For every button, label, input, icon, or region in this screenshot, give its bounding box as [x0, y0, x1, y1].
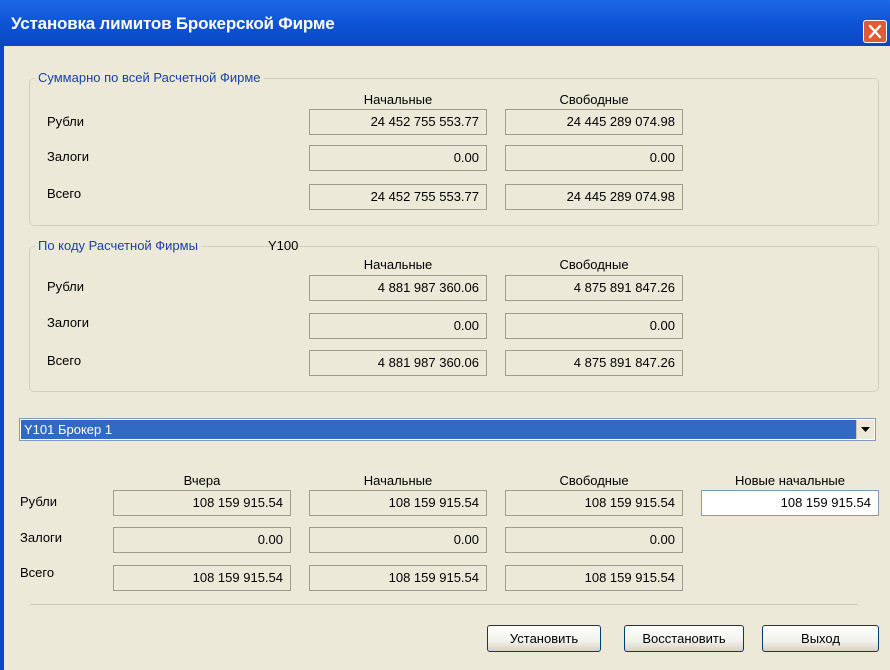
title-bar: Установка лимитов Брокерской Фирме [0, 0, 890, 46]
broker-row-label: Всего [20, 565, 55, 580]
window-border [0, 46, 4, 670]
broker-row-label: Рубли [20, 494, 58, 509]
broker-header-new-initial: Новые начальные [735, 473, 845, 488]
code-rub-initial-field: 4 881 987 360.06 [309, 275, 487, 301]
code-collateral-free-field: 0.00 [505, 313, 683, 339]
code-rub-free-field: 4 875 891 847.26 [505, 275, 683, 301]
broker-rub-initial-field: 108 159 915.54 [309, 490, 487, 516]
code-header-free: Свободные [559, 257, 629, 272]
code-group-legend: По коду Расчетной Фирмы [35, 238, 201, 253]
set-button[interactable]: Установить [487, 625, 601, 652]
broker-total-free-field: 108 159 915.54 [505, 565, 683, 591]
code-collateral-initial-field: 0.00 [309, 313, 487, 339]
summary-header-free: Свободные [559, 92, 629, 107]
broker-collateral-yesterday-field: 0.00 [113, 527, 291, 553]
broker-rub-free-field: 108 159 915.54 [505, 490, 683, 516]
broker-select-dropdown-button[interactable] [856, 420, 874, 439]
close-icon [868, 24, 882, 39]
summary-rub-free-field: 24 445 289 074.98 [505, 109, 683, 135]
summary-collateral-initial-field: 0.00 [309, 145, 487, 171]
broker-select[interactable]: Y101 Брокер 1 [19, 418, 876, 441]
exit-button[interactable]: Выход [762, 625, 879, 652]
summary-row-label: Рубли [47, 114, 85, 129]
summary-total-initial-field: 24 452 755 553.77 [309, 184, 487, 210]
separator [30, 604, 858, 605]
code-row-label: Рубли [47, 279, 85, 294]
broker-total-initial-field: 108 159 915.54 [309, 565, 487, 591]
window-title: Установка лимитов Брокерской Фирме [11, 14, 335, 33]
code-row-label: Залоги [47, 315, 90, 330]
summary-collateral-free-field: 0.00 [505, 145, 683, 171]
broker-header-yesterday: Вчера [183, 473, 221, 488]
summary-rub-initial-field: 24 452 755 553.77 [309, 109, 487, 135]
broker-row-label: Залоги [20, 530, 63, 545]
broker-collateral-initial-field: 0.00 [309, 527, 487, 553]
broker-total-yesterday-field: 108 159 915.54 [113, 565, 291, 591]
broker-collateral-free-field: 0.00 [505, 527, 683, 553]
close-button[interactable] [863, 20, 887, 43]
new-initial-rub-input[interactable]: 108 159 915.54 [701, 490, 879, 516]
code-row-label: Всего [47, 353, 82, 368]
code-header-initial: Начальные [363, 257, 433, 272]
chevron-down-icon [861, 427, 870, 432]
summary-row-label: Всего [47, 186, 82, 201]
code-total-initial-field: 4 881 987 360.06 [309, 350, 487, 376]
summary-total-free-field: 24 445 289 074.98 [505, 184, 683, 210]
code-group-code: Y100 [268, 238, 299, 253]
summary-group-legend: Суммарно по всей Расчетной Фирме [35, 70, 264, 85]
code-total-free-field: 4 875 891 847.26 [505, 350, 683, 376]
restore-button[interactable]: Восстановить [624, 625, 744, 652]
dialog-window: Установка лимитов Брокерской Фирме Сумма… [0, 0, 890, 670]
broker-header-initial: Начальные [363, 473, 433, 488]
broker-select-value[interactable]: Y101 Брокер 1 [21, 420, 857, 439]
broker-header-free: Свободные [559, 473, 629, 488]
summary-row-label: Залоги [47, 149, 90, 164]
broker-rub-yesterday-field: 108 159 915.54 [113, 490, 291, 516]
summary-header-initial: Начальные [363, 92, 433, 107]
